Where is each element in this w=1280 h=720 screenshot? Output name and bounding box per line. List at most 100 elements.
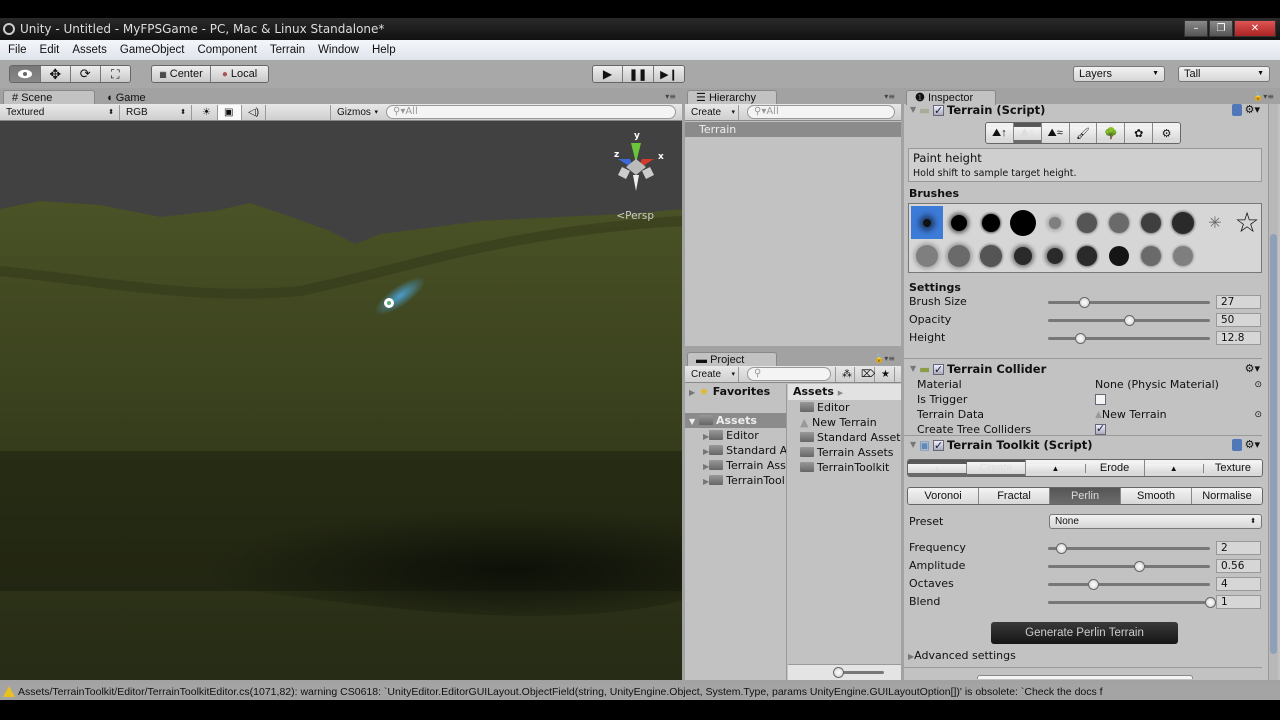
menu-file[interactable]: File: [8, 44, 27, 56]
tab-scene[interactable]: # Scene: [3, 90, 95, 105]
toolkit-header[interactable]: ▼▣Terrain Toolkit (Script) ⚙▾: [904, 437, 1262, 454]
slider-knob[interactable]: [1075, 333, 1087, 344]
brush-option[interactable]: [1103, 239, 1135, 272]
toolkit-enabled-checkbox[interactable]: [933, 438, 945, 454]
value-slider[interactable]: [1048, 295, 1210, 310]
project-breadcrumb[interactable]: Assets ▶: [788, 384, 901, 400]
value-field[interactable]: 27: [1216, 295, 1261, 309]
projection-label[interactable]: <Persp: [616, 210, 654, 222]
object-picker-icon[interactable]: ⊙: [1254, 410, 1262, 420]
inspector-scrollbar[interactable]: [1268, 104, 1278, 680]
tree-colliders-checkbox[interactable]: [1095, 422, 1106, 435]
brush-option[interactable]: [911, 206, 943, 239]
file-item[interactable]: TerrainToolkit: [788, 460, 901, 475]
brush-option[interactable]: [1167, 206, 1199, 239]
menu-edit[interactable]: Edit: [40, 44, 60, 56]
value-slider[interactable]: [1048, 541, 1210, 556]
brush-option[interactable]: [1039, 206, 1071, 239]
filter-type-button[interactable]: ⁂: [835, 367, 855, 382]
slider-knob[interactable]: [1088, 579, 1100, 590]
tab-hierarchy[interactable]: ☰ Hierarchy: [687, 90, 777, 105]
value-slider[interactable]: [1048, 559, 1210, 574]
slider-knob[interactable]: [1078, 297, 1090, 308]
generator-tab-fractal[interactable]: Fractal: [979, 488, 1050, 504]
value-field[interactable]: 12.8: [1216, 331, 1261, 345]
tab-game[interactable]: ◖ Game: [97, 90, 155, 105]
toolkit-mode-erode[interactable]: ▲ Erode: [1026, 460, 1145, 476]
component-gear-icon[interactable]: ⚙▾: [1245, 361, 1260, 377]
menu-gameobject[interactable]: GameObject: [120, 44, 185, 56]
close-button[interactable]: ✕: [1234, 20, 1276, 37]
favorite-button[interactable]: ★: [875, 367, 895, 382]
tree-favorites[interactable]: ▶ ★ Favorites: [685, 384, 786, 399]
terrain-script-header[interactable]: ▼▬Terrain (Script) ⚙▾: [904, 102, 1262, 119]
menu-component[interactable]: Component: [197, 44, 256, 56]
brush-option[interactable]: [1071, 206, 1103, 239]
tree-item[interactable]: ▶ Standard A: [685, 443, 786, 458]
step-button[interactable]: ▶❙: [654, 66, 684, 82]
brush-option[interactable]: [1135, 239, 1167, 272]
object-picker-icon[interactable]: ⊙: [1254, 380, 1262, 390]
value-slider[interactable]: [1048, 331, 1210, 346]
generate-perlin-button[interactable]: Generate Perlin Terrain: [991, 622, 1178, 644]
file-item[interactable]: Standard Assets: [788, 430, 901, 445]
minimize-button[interactable]: –: [1184, 20, 1208, 37]
brush-option[interactable]: [975, 206, 1007, 239]
panel-menu-icon[interactable]: ▾≡: [665, 92, 676, 101]
generator-tab-normalise[interactable]: Normalise: [1192, 488, 1262, 504]
slider-knob[interactable]: [1133, 561, 1145, 572]
tree-item[interactable]: ▶ Editor: [685, 428, 786, 443]
value-field[interactable]: 2: [1216, 541, 1261, 555]
terrain-tool-paint-height[interactable]: ⛰↕: [1013, 123, 1042, 143]
value-slider[interactable]: [1048, 313, 1210, 328]
skybox-toggle[interactable]: ▣: [218, 105, 242, 120]
value-slider[interactable]: [1048, 577, 1210, 592]
scene-search-input[interactable]: ⚲▾All: [386, 105, 676, 119]
maximize-button[interactable]: ❐: [1209, 20, 1233, 37]
collider-header[interactable]: ▼▬Terrain Collider ⚙▾: [904, 361, 1262, 378]
brush-option[interactable]: [911, 239, 943, 272]
slider-knob[interactable]: [1205, 597, 1216, 608]
terrain-data-field[interactable]: New Terrain: [1102, 408, 1167, 421]
value-field[interactable]: 4: [1216, 577, 1261, 591]
panel-menu-icon[interactable]: ▾≡: [884, 92, 895, 101]
tree-item[interactable]: ▶ Terrain Ass: [685, 458, 786, 473]
lighting-toggle[interactable]: ☀: [196, 105, 218, 120]
move-tool-button[interactable]: ✥: [40, 66, 71, 82]
view-tool-button[interactable]: [10, 66, 41, 82]
toolkit-mode-create[interactable]: ▲ Create: [908, 460, 1027, 476]
layers-dropdown[interactable]: Layers ▼: [1073, 66, 1165, 82]
pivot-center-button[interactable]: ▦ Center: [152, 66, 211, 82]
brush-option[interactable]: [1039, 239, 1071, 272]
brush-option[interactable]: [1071, 239, 1103, 272]
terrain-tool-smooth-height[interactable]: ⛰≈: [1041, 123, 1070, 143]
menu-assets[interactable]: Assets: [72, 44, 107, 56]
generator-tab-perlin[interactable]: Perlin: [1050, 488, 1121, 504]
render-mode-dropdown[interactable]: Textured ⬍: [0, 105, 120, 120]
brush-option[interactable]: [943, 239, 975, 272]
advanced-settings-foldout[interactable]: ▶Advanced settings: [908, 649, 1262, 662]
file-item[interactable]: Editor: [788, 400, 901, 415]
menu-window[interactable]: Window: [318, 44, 359, 56]
tab-project[interactable]: ▬ Project: [687, 352, 777, 367]
scale-tool-button[interactable]: ⛶: [100, 66, 130, 82]
pivot-local-button[interactable]: ● Local: [210, 66, 268, 82]
lock-icon[interactable]: 🔒▾≡: [874, 354, 895, 363]
terrain-tool-raise-lower[interactable]: ⛰↑: [986, 123, 1014, 143]
value-slider[interactable]: [1048, 595, 1216, 610]
project-create-dropdown[interactable]: Create ▾: [685, 367, 739, 382]
audio-toggle[interactable]: ◁): [242, 105, 266, 120]
scene-orientation-gizmo[interactable]: y z x: [606, 129, 666, 199]
brush-option[interactable]: [1103, 206, 1135, 239]
is-trigger-checkbox[interactable]: [1095, 394, 1106, 405]
file-item[interactable]: ▲ New Terrain: [788, 415, 901, 430]
project-search-input[interactable]: ⚲: [747, 367, 831, 381]
menu-help[interactable]: Help: [372, 44, 396, 56]
gizmos-dropdown[interactable]: Gizmos ▾: [330, 105, 380, 120]
color-mode-dropdown[interactable]: RGB ⬍: [120, 105, 192, 120]
tree-item[interactable]: ▶ TerrainTool: [685, 473, 786, 488]
brush-option[interactable]: [1007, 239, 1039, 272]
brush-option[interactable]: ✳: [1199, 206, 1231, 239]
filter-label-button[interactable]: ⌦: [855, 367, 875, 382]
generator-tab-smooth[interactable]: Smooth: [1121, 488, 1192, 504]
